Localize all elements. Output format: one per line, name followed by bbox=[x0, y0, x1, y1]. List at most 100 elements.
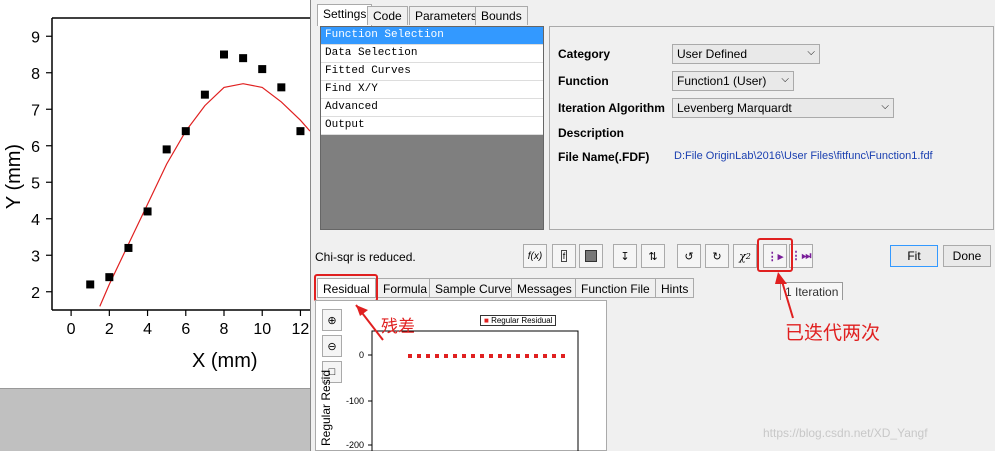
chevron-down-icon: ⌵ bbox=[781, 74, 789, 85]
iteration-algorithm-select[interactable]: Levenberg Marquardt ⌵ bbox=[672, 98, 894, 118]
x-tick-label: 10 bbox=[253, 321, 271, 338]
iteration-annotation: 已迭代两次 bbox=[785, 323, 881, 344]
tab-settings[interactable]: Settings bbox=[317, 4, 373, 26]
nlfit-dialog: Settings Code Parameters Bounds Function… bbox=[310, 0, 995, 451]
tab-formula[interactable]: Formula bbox=[377, 278, 434, 298]
tab-hints[interactable]: Hints bbox=[655, 278, 695, 298]
f-x-button[interactable]: f(x) bbox=[523, 244, 547, 268]
chevron-down-icon: ⌵ bbox=[807, 47, 815, 58]
residual-point bbox=[498, 354, 502, 358]
tab-sample-curve[interactable]: Sample Curve bbox=[429, 278, 518, 298]
x-tick-label: 12 bbox=[292, 321, 310, 338]
workspace-background bbox=[0, 388, 310, 451]
description-label: Description bbox=[558, 126, 625, 140]
fit-button[interactable]: Fit bbox=[890, 245, 938, 267]
residual-point bbox=[408, 354, 412, 358]
residual-point bbox=[561, 354, 565, 358]
data-point bbox=[258, 65, 267, 74]
undo-icon[interactable]: ↺ bbox=[677, 244, 701, 268]
x-tick-label: 6 bbox=[181, 321, 190, 338]
tab-parameters[interactable]: Parameters bbox=[409, 6, 484, 25]
x-tick-label: 2 bbox=[105, 321, 114, 338]
residual-y-label: Regular Resid bbox=[319, 369, 334, 447]
data-point bbox=[277, 83, 286, 92]
init-params-icon[interactable]: ⇅ bbox=[641, 244, 665, 268]
y-tick-label: 7 bbox=[31, 102, 40, 119]
iteration-algorithm-label: Iteration Algorithm bbox=[558, 101, 665, 115]
y-tick-label: 5 bbox=[31, 175, 40, 192]
residual-point bbox=[426, 354, 430, 358]
redo-icon[interactable]: ↻ bbox=[705, 244, 729, 268]
list-item-fitted-curves[interactable]: Fitted Curves bbox=[321, 63, 543, 81]
data-point bbox=[200, 90, 209, 99]
residual-point bbox=[453, 354, 457, 358]
data-point bbox=[162, 145, 171, 154]
residual-plot-area: ⊕ ⊖ □ 0 -100 -200 ■ Regular Residual Regul… bbox=[315, 300, 607, 451]
residual-point bbox=[462, 354, 466, 358]
residual-y-tick-label: -100 bbox=[346, 396, 364, 406]
function-label: Function bbox=[558, 74, 609, 88]
residual-point bbox=[516, 354, 520, 358]
chi-square-icon[interactable]: χ2 bbox=[733, 244, 757, 268]
list-item-find-xy[interactable]: Find X/Y bbox=[321, 81, 543, 99]
data-point bbox=[124, 243, 133, 252]
y-tick-label: 4 bbox=[31, 212, 40, 229]
residual-frame bbox=[371, 330, 579, 451]
residual-y-tick-label: 0 bbox=[359, 350, 364, 360]
y-tick-label: 2 bbox=[31, 285, 40, 302]
f-code-button[interactable]: f bbox=[552, 244, 576, 268]
chevron-down-icon: ⌵ bbox=[881, 101, 889, 112]
sort-down-icon[interactable]: ↧ bbox=[613, 244, 637, 268]
x-tick-label: 8 bbox=[220, 321, 229, 338]
list-item-data-selection[interactable]: Data Selection bbox=[321, 45, 543, 63]
residual-y-tick-label: -200 bbox=[346, 440, 364, 450]
watermark: https://blog.csdn.net/XD_Yangf bbox=[763, 426, 928, 440]
residual-point bbox=[534, 354, 538, 358]
function-value: Function1 (User) bbox=[677, 74, 767, 88]
function-select[interactable]: Function1 (User) ⌵ bbox=[672, 71, 794, 91]
tab-bounds[interactable]: Bounds bbox=[475, 6, 528, 25]
fit-curve bbox=[99, 83, 310, 307]
category-select[interactable]: User Defined ⌵ bbox=[672, 44, 820, 64]
iteration-highlight bbox=[757, 238, 793, 272]
graph-window: 0 2 4 6 8 10 12 2 3 4 5 6 7 8 9 X (mm) Y (mm) bbox=[0, 0, 310, 451]
tooltip: 1 Iteration bbox=[780, 282, 844, 302]
settings-list[interactable]: Function Selection Data Selection Fitted… bbox=[320, 26, 544, 230]
residual-chart: 0 -100 -200 bbox=[346, 330, 579, 451]
data-point bbox=[181, 127, 190, 136]
data-point bbox=[105, 273, 114, 282]
file-name-label: File Name(.FDF) bbox=[558, 150, 650, 164]
list-item-function-selection[interactable]: Function Selection bbox=[321, 27, 543, 45]
y-axis-label: Y (mm) bbox=[3, 143, 26, 210]
data-point bbox=[296, 127, 305, 136]
x-axis-label: X (mm) bbox=[192, 350, 258, 372]
residual-legend-label: Regular Residual bbox=[491, 316, 553, 325]
residual-highlight bbox=[314, 274, 378, 302]
tab-code[interactable]: Code bbox=[367, 6, 408, 25]
data-point bbox=[143, 207, 152, 216]
data-point bbox=[220, 50, 228, 59]
tab-messages[interactable]: Messages bbox=[511, 278, 578, 298]
residual-point bbox=[489, 354, 493, 358]
residual-point bbox=[480, 354, 484, 358]
category-value: User Defined bbox=[677, 47, 748, 61]
x-tick-label: 4 bbox=[143, 321, 152, 338]
data-point bbox=[239, 54, 248, 63]
save-icon[interactable] bbox=[579, 244, 603, 268]
residual-point bbox=[543, 354, 547, 358]
y-tick-label: 3 bbox=[31, 248, 40, 265]
status-text: Chi-sqr is reduced. bbox=[315, 250, 416, 264]
category-label: Category bbox=[558, 47, 611, 61]
done-button[interactable]: Done bbox=[943, 245, 991, 267]
residual-point bbox=[507, 354, 511, 358]
iteration-algorithm-value: Levenberg Marquardt bbox=[677, 101, 792, 115]
file-name-value: D:File OriginLab\2016\User Files\fitfunc… bbox=[674, 150, 933, 162]
settings-panel: Category User Defined ⌵ Function Functio… bbox=[549, 26, 994, 230]
residual-point bbox=[417, 354, 421, 358]
residual-legend: ■ Regular Residual bbox=[480, 315, 557, 326]
scatter-plot: 0 2 4 6 8 10 12 2 3 4 5 6 7 8 9 bbox=[31, 17, 310, 338]
residual-point bbox=[435, 354, 439, 358]
list-item-output[interactable]: Output bbox=[321, 117, 543, 135]
list-item-advanced[interactable]: Advanced bbox=[321, 99, 543, 117]
tab-function-file[interactable]: Function File bbox=[575, 278, 656, 298]
